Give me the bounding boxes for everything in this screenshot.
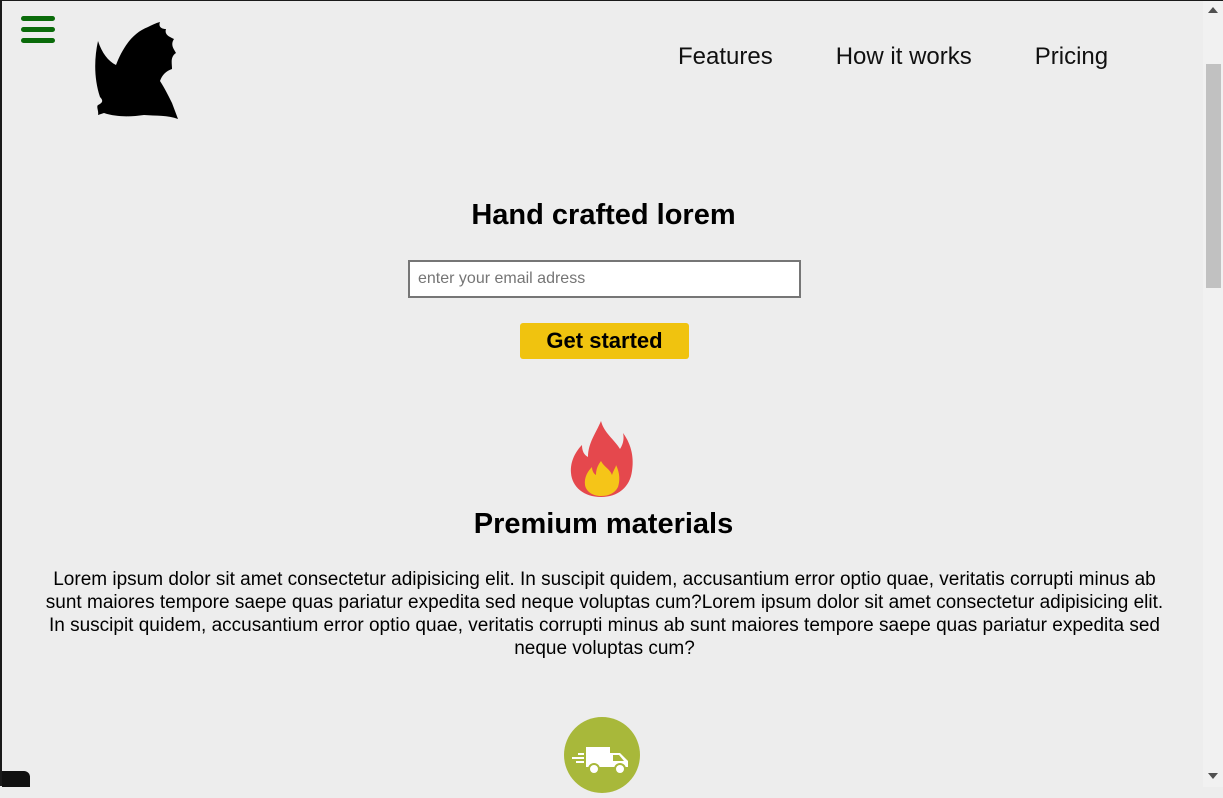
- scrollbar-thumb[interactable]: [1206, 64, 1221, 288]
- vertical-scrollbar[interactable]: [1203, 1, 1223, 787]
- truck-glyph: [572, 747, 628, 775]
- email-input[interactable]: [408, 260, 801, 298]
- scroll-up-icon[interactable]: [1208, 7, 1218, 13]
- eagle-logo-icon[interactable]: [90, 19, 185, 124]
- feature-title: Premium materials: [473, 508, 734, 540]
- fire-icon: [570, 421, 633, 497]
- menu-bar: [21, 27, 55, 32]
- menu-bar: [21, 38, 55, 43]
- hamburger-menu-icon[interactable]: [21, 16, 55, 44]
- nav-link-how-it-works[interactable]: How it works: [836, 43, 972, 71]
- feature-description: Lorem ipsum dolor sit amet consectetur a…: [45, 569, 1164, 659]
- top-nav: Features How it works Pricing: [678, 43, 1108, 71]
- scroll-down-icon[interactable]: [1208, 773, 1218, 779]
- get-started-button[interactable]: Get started: [520, 323, 689, 359]
- menu-bar: [21, 16, 55, 21]
- nav-link-features[interactable]: Features: [678, 43, 773, 71]
- corner-tab: [2, 771, 30, 787]
- delivery-truck-icon: [564, 717, 640, 793]
- hero-title: Hand crafted lorem: [471, 199, 736, 231]
- nav-link-pricing[interactable]: Pricing: [1035, 43, 1108, 71]
